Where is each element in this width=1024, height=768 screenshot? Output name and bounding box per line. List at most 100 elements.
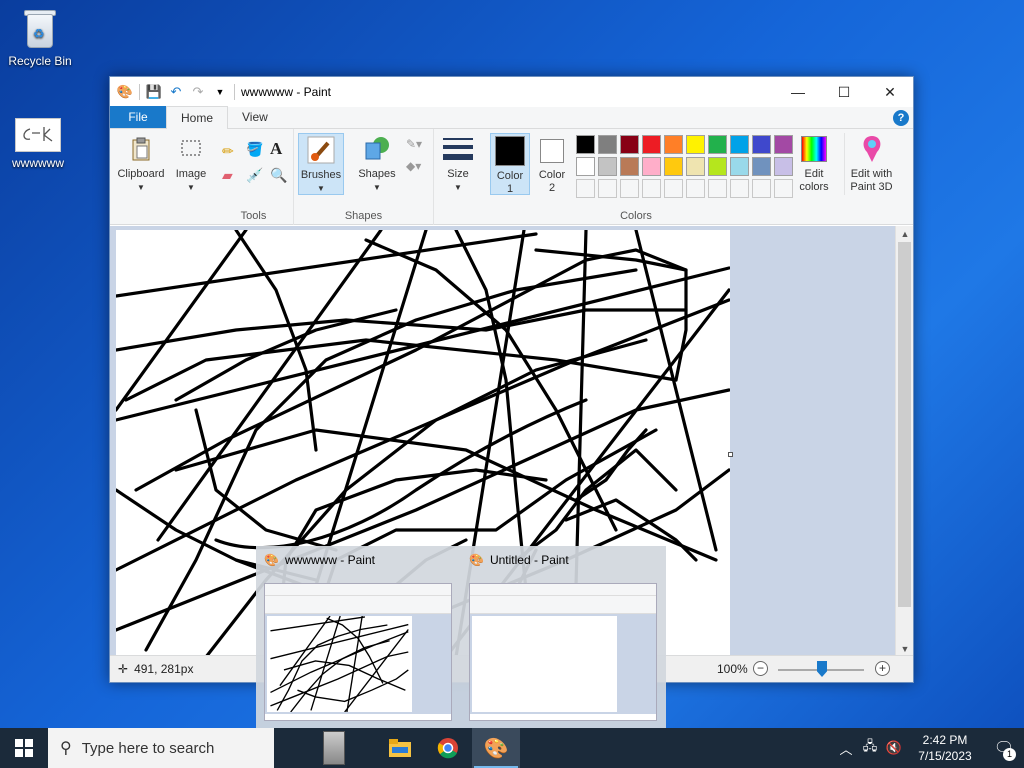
custom-color-slot[interactable]	[620, 179, 639, 198]
folder-icon	[389, 739, 411, 757]
palette-swatch[interactable]	[774, 157, 793, 176]
color1-button[interactable]: Color 1	[490, 133, 530, 195]
fill-icon[interactable]: 🪣	[246, 141, 263, 158]
custom-color-slot[interactable]	[774, 179, 793, 198]
custom-color-slot[interactable]	[708, 179, 727, 198]
recycle-bin-icon[interactable]: ♻ Recycle Bin	[2, 6, 78, 68]
thumbnail-untitled-paint[interactable]: 🎨 Untitled - Paint	[461, 546, 666, 728]
palette-swatch[interactable]	[774, 135, 793, 154]
size-button[interactable]: Size ▼	[440, 133, 476, 195]
system-tray: ︿ 🖧 🔇 2:42 PM 7/15/2023 🗨 1	[834, 728, 1024, 768]
custom-color-slot[interactable]	[598, 179, 617, 198]
chevron-up-icon[interactable]: ︿	[834, 739, 858, 758]
minimize-button[interactable]: —	[775, 77, 821, 107]
size-icon	[442, 133, 474, 165]
zoom-out-button[interactable]: −	[753, 661, 768, 676]
taskbar-paint[interactable]: 🎨	[472, 728, 520, 768]
taskbar-app-placeholder[interactable]	[310, 728, 358, 768]
tab-home[interactable]: Home	[166, 106, 229, 129]
palette-swatch[interactable]	[576, 157, 595, 176]
taskbar-search-box[interactable]: ⚲ Type here to search	[48, 728, 274, 768]
text-tool-icon[interactable]: A	[270, 139, 282, 159]
search-icon: ⚲	[60, 740, 72, 757]
help-icon[interactable]: ?	[893, 110, 909, 126]
scroll-up-icon[interactable]: ▲	[896, 226, 914, 242]
palette-swatch[interactable]	[708, 157, 727, 176]
select-icon	[175, 133, 207, 165]
close-button[interactable]: ✕	[867, 77, 913, 107]
shapes-icon	[361, 133, 393, 165]
palette-swatch[interactable]	[752, 135, 771, 154]
outline-icon[interactable]: ✎▾	[406, 137, 422, 151]
thumbnail-preview	[469, 583, 657, 721]
tools-group-label: Tools	[240, 210, 267, 222]
start-button[interactable]	[0, 728, 48, 768]
edit-with-paint3d-button[interactable]: Edit with Paint 3D	[844, 133, 898, 195]
wwwwww-file-label: wwwwww	[12, 156, 64, 170]
custom-color-slot[interactable]	[730, 179, 749, 198]
palette-swatch[interactable]	[642, 157, 661, 176]
color2-swatch	[540, 139, 564, 163]
eraser-icon[interactable]: ▰	[222, 167, 233, 184]
zoom-in-button[interactable]: +	[875, 661, 890, 676]
cursor-position-icon: ✛	[118, 662, 129, 676]
windows-logo-icon	[15, 739, 33, 757]
customize-toolbar-icon[interactable]: ▼	[212, 84, 228, 100]
magnifier-icon[interactable]: 🔍	[270, 167, 287, 184]
save-icon[interactable]: 💾	[146, 84, 162, 100]
tab-file[interactable]: File	[110, 106, 166, 128]
custom-color-slot[interactable]	[664, 179, 683, 198]
palette-swatch[interactable]	[598, 135, 617, 154]
maximize-button[interactable]: ☐	[821, 77, 867, 107]
edit-colors-button[interactable]: Edit colors	[794, 133, 834, 195]
palette-swatch[interactable]	[576, 135, 595, 154]
title-bar[interactable]: 🎨 💾 ↶ ↷ ▼ wwwwww - Paint — ☐ ✕	[110, 77, 913, 107]
thumbnail-wwwwww-paint[interactable]: 🎨 wwwwww - Paint	[256, 546, 461, 728]
image-button[interactable]: Image ▼	[168, 133, 214, 193]
palette-swatch[interactable]	[686, 135, 705, 154]
clock-time: 2:42 PM	[922, 733, 968, 747]
palette-swatch[interactable]	[708, 135, 727, 154]
paint-app-icon[interactable]: 🎨	[117, 84, 133, 100]
paint-app-icon: 🎨	[469, 553, 484, 567]
network-icon[interactable]: 🖧	[858, 737, 882, 759]
palette-swatch[interactable]	[642, 135, 661, 154]
palette-swatch[interactable]	[664, 135, 683, 154]
palette-swatch[interactable]	[620, 135, 639, 154]
scrollbar-thumb[interactable]	[898, 242, 911, 607]
tab-view[interactable]: View	[228, 106, 282, 128]
custom-color-slot[interactable]	[752, 179, 771, 198]
brushes-button[interactable]: Brushes ▼	[298, 133, 344, 195]
clock[interactable]: 2:42 PM 7/15/2023	[906, 732, 984, 764]
palette-swatch[interactable]	[752, 157, 771, 176]
palette-swatch[interactable]	[620, 157, 639, 176]
custom-color-slot[interactable]	[576, 179, 595, 198]
palette-swatch[interactable]	[730, 157, 749, 176]
palette-swatch[interactable]	[686, 157, 705, 176]
color-picker-icon[interactable]: 💉	[246, 167, 263, 184]
resize-handle-right[interactable]	[728, 452, 733, 457]
color2-button[interactable]: Color 2	[534, 133, 570, 195]
cursor-position: 491, 281px	[134, 662, 194, 676]
shapes-group-label: Shapes	[344, 210, 383, 222]
paint-app-icon: 🎨	[264, 553, 279, 567]
palette-swatch[interactable]	[664, 157, 683, 176]
volume-muted-icon[interactable]: 🔇	[882, 740, 906, 756]
undo-icon[interactable]: ↶	[168, 84, 184, 100]
shapes-button[interactable]: Shapes ▼	[352, 133, 402, 195]
taskbar-chrome[interactable]	[424, 728, 472, 768]
vertical-scrollbar[interactable]: ▲ ▼	[895, 226, 913, 657]
fill-shape-icon[interactable]: ◆▾	[406, 159, 421, 173]
redo-icon[interactable]: ↷	[190, 84, 206, 100]
palette-swatch[interactable]	[598, 157, 617, 176]
custom-color-slot[interactable]	[642, 179, 661, 198]
custom-color-slot[interactable]	[686, 179, 705, 198]
taskbar-file-explorer[interactable]	[376, 728, 424, 768]
thumbnail-preview	[264, 583, 452, 721]
clipboard-button[interactable]: Clipboard ▼	[116, 133, 166, 193]
palette-swatch[interactable]	[730, 135, 749, 154]
wwwwww-file-icon[interactable]: wwwwww	[0, 116, 76, 170]
notification-button[interactable]: 🗨 1	[984, 728, 1024, 768]
zoom-slider-thumb[interactable]	[817, 661, 827, 677]
pencil-icon[interactable]: ✏	[222, 143, 234, 160]
